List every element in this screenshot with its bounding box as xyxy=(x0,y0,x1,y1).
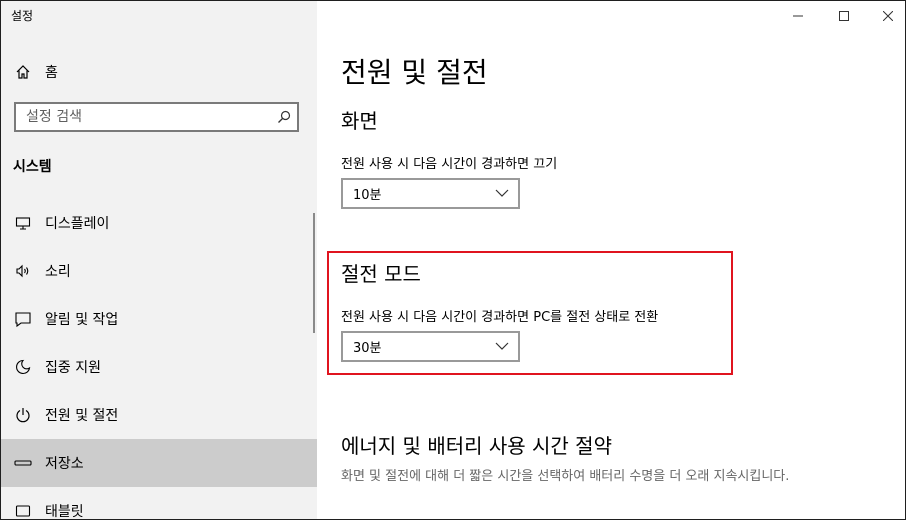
section-title: 시스템 xyxy=(13,159,52,175)
main-panel: 전원 및 절전 화면 전원 사용 시 다음 시간이 경과하면 끄기 10분 절전… xyxy=(317,1,905,519)
notification-icon xyxy=(13,309,33,329)
sidebar-item-label: 집중 지원 xyxy=(45,360,101,376)
sidebar-item-label: 알림 및 작업 xyxy=(45,312,119,328)
moon-icon xyxy=(13,357,33,377)
close-icon xyxy=(883,11,893,21)
screen-timeout-value: 10분 xyxy=(353,188,382,203)
app-title: 설정 xyxy=(11,9,34,23)
sidebar-item-display[interactable]: 디스플레이 xyxy=(1,199,317,247)
sidebar-item-focus-assist[interactable]: 집중 지원 xyxy=(1,343,317,391)
screen-timeout-label: 전원 사용 시 다음 시간이 경과하면 끄기 xyxy=(341,157,558,172)
sleep-timeout-dropdown[interactable]: 30분 xyxy=(341,331,520,362)
energy-heading: 에너지 및 배터리 사용 시간 절약 xyxy=(341,434,612,458)
chevron-down-icon xyxy=(495,342,509,350)
minimize-icon xyxy=(793,15,803,17)
tablet-icon xyxy=(13,501,33,519)
maximize-button[interactable] xyxy=(821,1,867,31)
sidebar-item-label: 소리 xyxy=(45,264,71,280)
power-icon xyxy=(13,405,33,425)
sleep-timeout-value: 30분 xyxy=(353,341,382,356)
sleep-timeout-label: 전원 사용 시 다음 시간이 경과하면 PC를 절전 상태로 전환 xyxy=(341,310,659,325)
page-title: 전원 및 절전 xyxy=(341,56,488,89)
sidebar-item-sound[interactable]: 소리 xyxy=(1,247,317,295)
screen-heading: 화면 xyxy=(341,109,378,133)
search-icon[interactable] xyxy=(277,110,291,124)
maximize-icon xyxy=(839,11,849,21)
sidebar-item-label: 저장소 xyxy=(45,456,84,472)
search-box[interactable] xyxy=(14,102,299,132)
sidebar-item-label: 디스플레이 xyxy=(45,216,110,232)
screen-timeout-dropdown[interactable]: 10분 xyxy=(341,178,520,209)
sidebar-item-notifications[interactable]: 알림 및 작업 xyxy=(1,295,317,343)
sleep-heading: 절전 모드 xyxy=(341,262,421,286)
chevron-down-icon xyxy=(495,189,509,197)
sidebar-item-label: 태블릿 xyxy=(45,504,84,520)
storage-icon xyxy=(13,453,33,473)
sidebar-item-storage[interactable]: 저장소 xyxy=(1,439,317,487)
speaker-icon xyxy=(13,261,33,281)
home-label: 홈 xyxy=(45,65,58,81)
close-button[interactable] xyxy=(865,1,905,31)
sidebar-item-label: 전원 및 절전 xyxy=(45,408,119,424)
display-icon xyxy=(13,213,33,233)
sidebar-item-power-sleep[interactable]: 전원 및 절전 xyxy=(1,391,317,439)
settings-window: 설정 홈 시스템 디스플레이 소리 xyxy=(0,0,906,520)
search-input[interactable] xyxy=(16,104,266,130)
sidebar-scrollbar[interactable] xyxy=(313,213,315,333)
sidebar-item-tablet[interactable]: 태블릿 xyxy=(1,487,317,520)
home-icon xyxy=(16,65,30,79)
minimize-button[interactable] xyxy=(775,1,821,31)
energy-description: 화면 및 절전에 대해 더 짧은 시간을 선택하여 배터리 수명을 더 오래 지… xyxy=(341,469,790,484)
sidebar: 설정 홈 시스템 디스플레이 소리 xyxy=(1,1,317,519)
home-nav-item[interactable]: 홈 xyxy=(15,61,58,83)
